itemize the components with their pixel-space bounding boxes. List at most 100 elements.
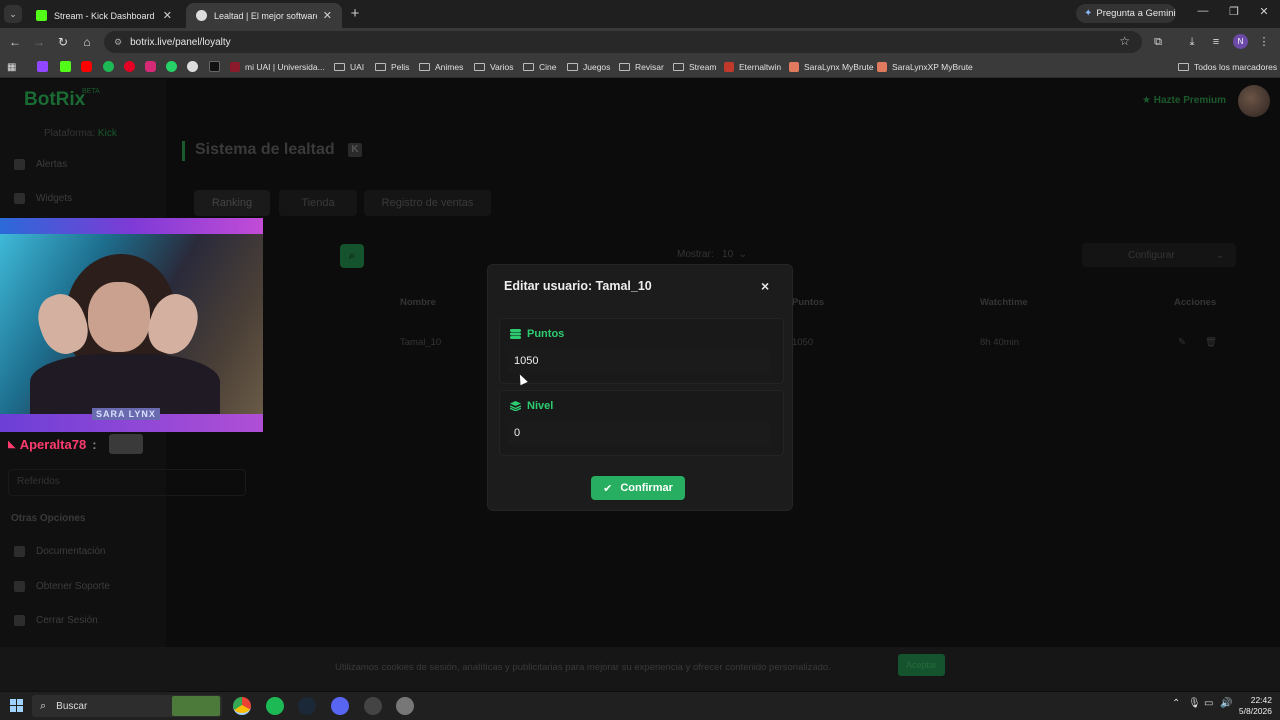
all-bookmarks[interactable]: Todos los marcadores: [1178, 60, 1277, 74]
reload-icon[interactable]: ↻: [54, 33, 72, 51]
configure-button[interactable]: Configurar ⌄: [1082, 243, 1236, 267]
level-label: Nivel: [510, 400, 553, 412]
bookmark-folder[interactable]: Juegos: [567, 60, 610, 74]
taskbar-search[interactable]: ⌕ Buscar: [32, 695, 222, 717]
windows-start-icon[interactable]: [10, 699, 23, 712]
close-tab-icon[interactable]: ✕: [323, 9, 332, 22]
minimize-icon[interactable]: —: [1189, 5, 1217, 17]
support-icon: [14, 581, 25, 592]
address-bar[interactable]: ⚙ botrix.live/panel/loyalty ☆: [104, 31, 1142, 53]
gemini-button[interactable]: ✦ Pregunta a Gemini: [1076, 4, 1176, 23]
edit-icon[interactable]: ✎: [1178, 337, 1186, 348]
folder-icon: [673, 63, 684, 71]
chevron-down-icon: ⌄: [1215, 249, 1224, 261]
youtube-bookmark-icon[interactable]: [81, 61, 92, 72]
sidebar-item-widgets[interactable]: Widgets: [14, 193, 72, 204]
search-highlight-image: [172, 696, 220, 716]
system-clock[interactable]: 22:42 5/8/2026: [1236, 695, 1272, 717]
spotify-taskbar-icon[interactable]: [266, 697, 284, 715]
tray-overflow-icon[interactable]: ⌃: [1172, 698, 1180, 709]
bookmark-folder[interactable]: Cine: [523, 60, 556, 74]
twitch-bookmark-icon[interactable]: [37, 61, 48, 72]
accept-cookies-button[interactable]: Aceptar: [898, 654, 945, 676]
close-icon[interactable]: ×: [761, 278, 769, 294]
show-selector[interactable]: Mostrar: 10 ⌄: [677, 249, 747, 260]
column-header[interactable]: Watchtime: [980, 297, 1028, 308]
kick-bookmark-icon[interactable]: [60, 61, 71, 72]
menu-kebab-icon[interactable]: ⋮: [1256, 34, 1272, 50]
widgets-icon: [14, 193, 25, 204]
apps-grid-icon[interactable]: ▦: [7, 60, 16, 74]
new-tab-button[interactable]: +: [346, 5, 364, 23]
tab-tienda[interactable]: Tienda: [279, 190, 357, 216]
downloads-icon[interactable]: ⤓: [1184, 34, 1200, 50]
profile-avatar[interactable]: N: [1233, 34, 1248, 49]
tab-registro-ventas[interactable]: Registro de ventas: [364, 190, 491, 216]
streamer-name: SARA LYNX: [92, 408, 160, 420]
sidebar-item-cerrar-sesion[interactable]: Cerrar Sesión: [14, 615, 98, 626]
bookmark-folder[interactable]: UAI: [334, 60, 364, 74]
tab-search-button[interactable]: ⌄: [4, 5, 22, 23]
instagram-bookmark-icon[interactable]: [145, 61, 156, 72]
bookmark-star-icon[interactable]: ☆: [1119, 34, 1130, 48]
tab-ranking[interactable]: Ranking: [194, 190, 270, 216]
webcam-overlay: SARA LYNX ◣ Aperalta78 :: [0, 218, 263, 456]
user-avatar[interactable]: [1238, 85, 1270, 117]
sidebar-item-referidos[interactable]: Referidos: [8, 469, 246, 496]
maximize-icon[interactable]: ❐: [1220, 5, 1248, 18]
column-header: Acciones: [1174, 297, 1217, 308]
premium-link[interactable]: ★ Hazte Premium: [1142, 95, 1226, 106]
sidebar-item-documentacion[interactable]: Documentación: [14, 546, 105, 557]
bookmark-folder[interactable]: Animes: [419, 60, 463, 74]
delete-icon[interactable]: 🗑: [1205, 337, 1217, 348]
chrome-taskbar-icon[interactable]: [233, 697, 251, 715]
discord-taskbar-icon[interactable]: [331, 697, 349, 715]
tab-kick-dashboard[interactable]: Stream - Kick Dashboard ✕: [26, 3, 182, 28]
bookmark-folder[interactable]: Stream: [673, 60, 716, 74]
folder-icon: [334, 63, 345, 71]
browser-tab-strip: ⌄ Stream - Kick Dashboard ✕ Lealtad | El…: [0, 0, 1280, 28]
points-input[interactable]: [508, 349, 771, 373]
sidebar-item-alertas[interactable]: Alertas: [14, 159, 67, 170]
chat-username: Aperalta78: [19, 436, 87, 452]
home-icon[interactable]: ⌂: [78, 33, 96, 51]
tab-botrix-loyalty[interactable]: Lealtad | El mejor software para ✕: [186, 3, 342, 28]
app-taskbar-icon[interactable]: [396, 697, 414, 715]
column-header[interactable]: Puntos: [792, 297, 824, 308]
bookmark-mybrute[interactable]: SaraLynx MyBrute: [789, 60, 874, 74]
bookmarks-bar: ▦ mi UAI | Universida... UAI Pelis Anime…: [0, 56, 1280, 78]
whatsapp-bookmark-icon[interactable]: [166, 61, 177, 72]
bookmark-eternaltwin[interactable]: Eternaltwin: [724, 60, 781, 74]
bookmark-folder[interactable]: Varios: [474, 60, 513, 74]
steam-taskbar-icon[interactable]: [298, 697, 316, 715]
extensions-icon[interactable]: ⧉: [1150, 34, 1166, 50]
column-header[interactable]: Nombre: [400, 297, 436, 308]
github-bookmark-icon[interactable]: [187, 61, 198, 72]
pinterest-bookmark-icon[interactable]: [124, 61, 135, 72]
confirm-button[interactable]: ✔ Confirmar: [591, 476, 685, 500]
windows-taskbar: ⌕ Buscar ⌃ 🎙 ▭ 🔊 22:42 5/8/2026: [0, 692, 1280, 720]
botrix-logo[interactable]: BotRix: [24, 89, 85, 111]
bookmark-uai[interactable]: mi UAI | Universida...: [230, 60, 325, 74]
bookmark-mybrute-xp[interactable]: SaraLynxXP MyBrute: [877, 60, 973, 74]
microphone-icon[interactable]: 🎙: [1188, 698, 1201, 709]
obs-taskbar-icon[interactable]: [364, 697, 382, 715]
logout-icon: [14, 615, 25, 626]
gemini-icon: ✦: [1084, 8, 1093, 19]
search-button[interactable]: ⌕: [340, 244, 364, 268]
sidebar-item-soporte[interactable]: Obtener Soporte: [14, 581, 110, 592]
bookmark-label: mi UAI | Universida...: [245, 62, 325, 72]
back-icon[interactable]: ←: [6, 33, 24, 51]
forward-icon[interactable]: →: [30, 33, 48, 51]
volume-icon[interactable]: 🔊: [1220, 698, 1232, 709]
site-info-icon[interactable]: ⚙: [114, 37, 122, 48]
network-icon[interactable]: ▭: [1204, 698, 1213, 709]
media-controls-icon[interactable]: ≡: [1208, 34, 1224, 50]
bookmark-folder[interactable]: Revisar: [619, 60, 664, 74]
close-window-icon[interactable]: ✕: [1250, 5, 1278, 18]
tiktok-bookmark-icon[interactable]: [209, 61, 220, 72]
level-input[interactable]: [508, 421, 771, 445]
spotify-bookmark-icon[interactable]: [103, 61, 114, 72]
bookmark-folder[interactable]: Pelis: [375, 60, 409, 74]
close-tab-icon[interactable]: ✕: [163, 9, 172, 22]
